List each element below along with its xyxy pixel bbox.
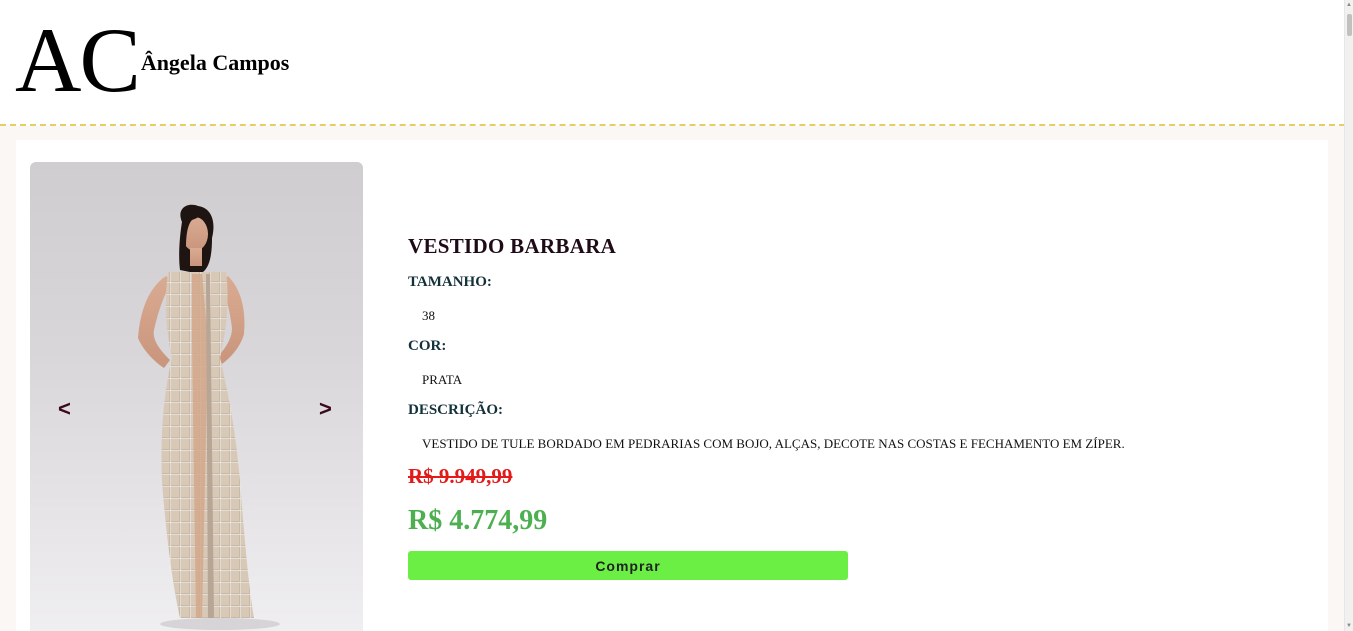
brand-name: Ângela Campos — [140, 50, 290, 75]
scrollbar-thumb[interactable] — [1347, 14, 1352, 36]
new-price: R$ 4.774,99 — [408, 505, 548, 536]
old-price: R$ 9.949,99 — [408, 464, 513, 488]
size-value: 38 — [422, 308, 435, 323]
page-scrollbar[interactable]: ▲ ▼ — [1344, 0, 1353, 631]
product-title: VESTIDO BARBARA — [408, 234, 617, 258]
logo-monogram: AC — [15, 9, 141, 111]
description-label: DESCRIÇÃO: — [408, 402, 504, 418]
page: AC Ângela Campos < > VESTIDO BARBARA TAM… — [0, 0, 1353, 631]
description-value: VESTIDO DE TULE BORDADO EM PEDRARIAS COM… — [422, 436, 1125, 451]
scroll-up-arrow-icon[interactable]: ▲ — [1346, 2, 1352, 8]
site-logo[interactable]: AC Ângela Campos — [15, 14, 289, 106]
size-label: TAMANHO: — [408, 274, 492, 290]
color-label: COR: — [408, 338, 447, 354]
site-header: AC Ângela Campos — [0, 0, 1345, 126]
scroll-down-arrow-icon[interactable]: ▼ — [1346, 623, 1352, 629]
color-value: PRATA — [422, 372, 463, 387]
carousel-prev-button[interactable]: < — [58, 396, 71, 422]
carousel-next-button[interactable]: > — [319, 396, 332, 422]
product-photo — [138, 204, 280, 630]
product-image-carousel[interactable]: < > — [30, 162, 363, 631]
buy-button[interactable]: Comprar — [408, 551, 848, 580]
